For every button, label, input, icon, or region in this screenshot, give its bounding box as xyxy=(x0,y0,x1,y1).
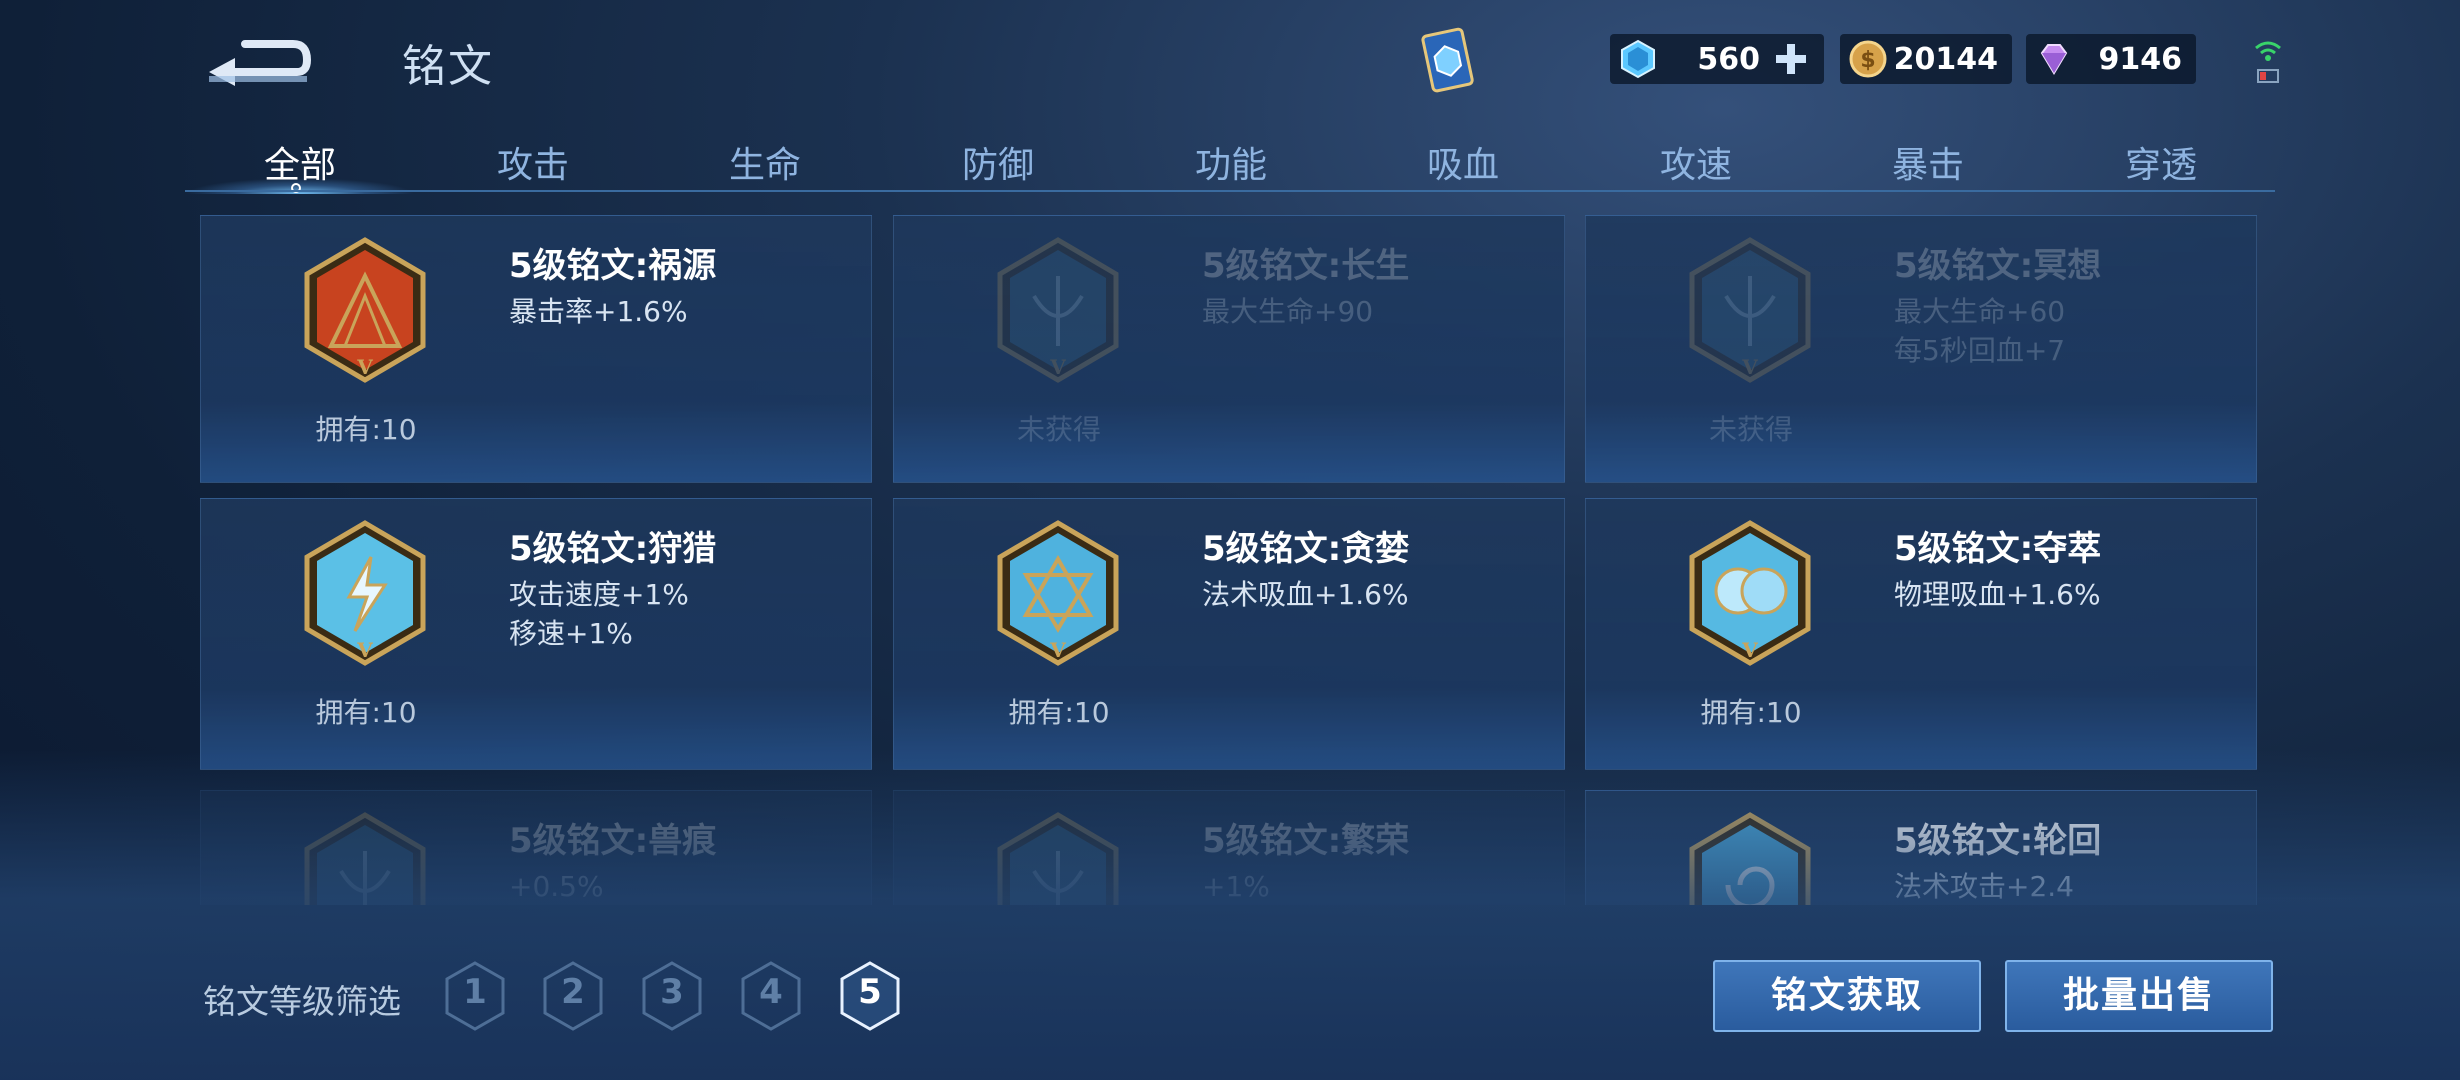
inscription-stats: 法术攻击+2.4 xyxy=(1894,867,2074,905)
svg-text:V: V xyxy=(1741,355,1758,379)
inscription-stat-line: 物理吸血+1.6% xyxy=(1894,578,2101,611)
inscription-stat-line: +1% xyxy=(1202,870,1270,903)
inscription-stats: 物理吸血+1.6% xyxy=(1894,575,2101,614)
add-gem-icon[interactable] xyxy=(1772,40,1810,78)
inscription-badge-icon: V xyxy=(304,812,426,905)
inscription-card[interactable]: V 5级铭文:贪婪法术吸血+1.6% 拥有:10 xyxy=(893,498,1565,770)
inscription-title: 5级铭文:祸源 xyxy=(509,246,717,286)
gold-currency: $ 20144 xyxy=(1840,34,2012,84)
inscription-stat-line: 攻击速度+1% xyxy=(509,578,689,611)
inscription-owned-count: 拥有:10 xyxy=(315,413,417,446)
inscription-stats: 最大生命+60 每5秒回血+7 xyxy=(1894,292,2065,370)
page-title: 铭文 xyxy=(402,41,494,92)
inscription-card[interactable]: V 5级铭文:轮回法术攻击+2.4 xyxy=(1585,790,2257,905)
inscription-owned-count: 未获得 xyxy=(1016,413,1101,446)
inscription-title: 5级铭文:繁荣 xyxy=(1202,821,1410,861)
inscription-badge-icon: V xyxy=(304,237,426,383)
gold-count: 20144 xyxy=(1893,42,1998,77)
back-button[interactable] xyxy=(205,28,315,88)
inscription-badge-icon: V xyxy=(304,520,426,666)
tab-all[interactable]: 全部 xyxy=(225,136,375,188)
wifi-signal-icon xyxy=(2252,36,2284,88)
inscription-stats: +0.5% xyxy=(509,867,604,905)
blue-crystal-icon xyxy=(1621,39,1655,79)
inscription-title: 5级铭文:兽痕 xyxy=(509,821,717,861)
inscription-card[interactable]: V 5级铭文:兽痕 +0.5% xyxy=(200,790,872,905)
inscription-card[interactable]: V 5级铭文:夺萃物理吸血+1.6% 拥有:10 xyxy=(1585,498,2257,770)
level-filter-3[interactable]: 3 xyxy=(640,960,704,1032)
gem-currency: 560 xyxy=(1610,34,1824,84)
inscription-title: 5级铭文:冥想 xyxy=(1894,246,2102,286)
inscription-badge-icon: V xyxy=(1689,520,1811,666)
inscription-stats: 法术吸血+1.6% xyxy=(1202,575,1409,614)
inscription-owned-count: 拥有:10 xyxy=(1700,696,1802,729)
inscription-card[interactable]: V 5级铭文:祸源暴击率+1.6% 拥有:10 xyxy=(200,215,872,483)
svg-text:V: V xyxy=(1049,638,1066,662)
inscription-stats: +1% xyxy=(1202,867,1270,905)
tab-underline xyxy=(185,190,2275,192)
inscription-stat-line: 移速+1% xyxy=(509,617,633,650)
diamond-count: 9146 xyxy=(2098,42,2183,77)
level-filter-label: 铭文等级筛选 xyxy=(203,982,401,1021)
inscription-card[interactable]: V 5级铭文:繁荣 +1% xyxy=(893,790,1565,905)
inscription-card[interactable]: V 5级铭文:狩猎攻击速度+1% 移速+1% 拥有:10 xyxy=(200,498,872,770)
tab-attack[interactable]: 攻击 xyxy=(458,136,608,188)
inscription-badge-icon: V xyxy=(1689,237,1811,383)
svg-text:V: V xyxy=(356,355,373,379)
inscription-card[interactable]: V 5级铭文:长生最大生命+90 未获得 xyxy=(893,215,1565,483)
gem-count: 560 xyxy=(1697,42,1760,77)
inscription-stats: 攻击速度+1% 移速+1% xyxy=(509,575,689,653)
level-filter-1[interactable]: 1 xyxy=(443,960,507,1032)
inscription-badge-icon: V xyxy=(997,237,1119,383)
category-tabs: 全部 攻击 生命 防御 功能 吸血 攻速 暴击 穿透 xyxy=(185,128,2275,194)
tab-penetration[interactable]: 穿透 xyxy=(2086,136,2236,188)
level-filter-5[interactable]: 5 xyxy=(838,960,902,1032)
purple-diamond-icon xyxy=(2040,44,2068,75)
level-filter-2[interactable]: 2 xyxy=(541,960,605,1032)
inscription-card[interactable]: V 5级铭文:冥想最大生命+60 每5秒回血+7 未获得 xyxy=(1585,215,2257,483)
inscription-title: 5级铭文:长生 xyxy=(1202,246,1410,286)
level-filter-4[interactable]: 4 xyxy=(739,960,803,1032)
inscription-stat-line: +0.5% xyxy=(509,870,604,903)
diamond-currency: 9146 xyxy=(2026,34,2196,84)
inscription-book-icon[interactable] xyxy=(1410,26,1486,98)
inscription-owned-count: 拥有:10 xyxy=(1008,696,1110,729)
tab-health[interactable]: 生命 xyxy=(690,136,840,188)
svg-text:V: V xyxy=(356,638,373,662)
inscription-stats: 最大生命+90 xyxy=(1202,292,1373,331)
inscription-title: 5级铭文:夺萃 xyxy=(1894,529,2102,569)
inscription-stat-line: 每5秒回血+7 xyxy=(1894,334,2066,367)
inscription-stat-line: 最大生命+90 xyxy=(1202,295,1374,328)
inscription-stat-line: 法术攻击+2.4 xyxy=(1894,870,2074,903)
inscription-grid: V 5级铭文:祸源 暴击率+1.6% 拥有:10 V 5级铭文:长生 最大生命+90 未获得 V… xyxy=(200,215,2260,905)
gold-coin-icon: $ xyxy=(1849,40,1887,78)
inscription-owned-count: 未获得 xyxy=(1708,413,1793,446)
tab-critical[interactable]: 暴击 xyxy=(1853,136,2003,188)
svg-text:$: $ xyxy=(1860,48,1875,73)
svg-text:V: V xyxy=(1741,638,1758,662)
tab-function[interactable]: 功能 xyxy=(1156,136,1306,188)
inscription-badge-icon: V xyxy=(997,812,1119,905)
inscription-owned-count: 拥有:10 xyxy=(315,696,417,729)
bulk-sell-button[interactable]: 批量出售 xyxy=(2005,960,2273,1032)
tab-defense[interactable]: 防御 xyxy=(923,136,1073,188)
svg-text:V: V xyxy=(1049,355,1066,379)
inscription-stat-line: 法术吸血+1.6% xyxy=(1202,578,1409,611)
inscription-title: 5级铭文:贪婪 xyxy=(1202,529,1410,569)
tab-attack-speed[interactable]: 攻速 xyxy=(1621,136,1771,188)
inscription-title: 5级铭文:狩猎 xyxy=(509,529,717,569)
inscription-stat-line: 最大生命+60 xyxy=(1894,295,2066,328)
inscription-title: 5级铭文:轮回 xyxy=(1894,821,2102,861)
inscription-badge-icon: V xyxy=(997,520,1119,666)
inscription-stat-line: 暴击率+1.6% xyxy=(509,295,688,328)
inscription-stats: 暴击率+1.6% xyxy=(509,292,688,331)
back-arrow-icon xyxy=(209,40,312,86)
inscription-badge-icon: V xyxy=(1689,812,1811,905)
tab-lifesteal[interactable]: 吸血 xyxy=(1388,136,1538,188)
inscription-obtain-button[interactable]: 铭文获取 xyxy=(1713,960,1981,1032)
